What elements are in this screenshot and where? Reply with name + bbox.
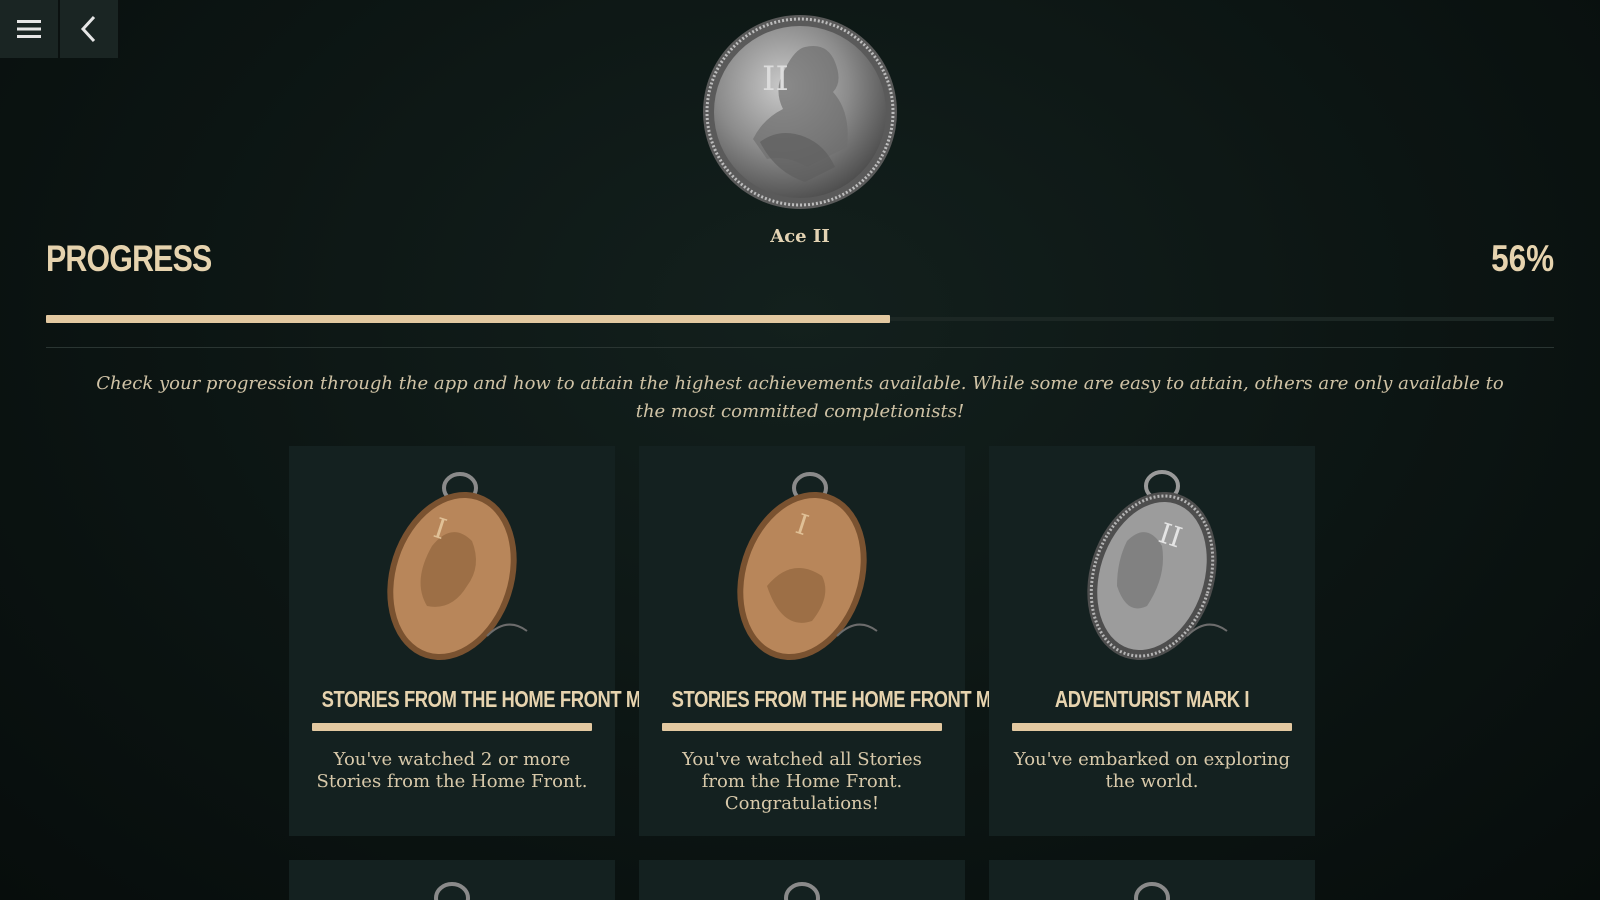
achievement-card[interactable]	[639, 860, 965, 900]
achievement-card[interactable]: I STORIES FROM THE HOME FRONT MARK II Yo…	[639, 446, 1044, 836]
progress-bar	[46, 315, 1554, 323]
medal-icon	[1134, 882, 1170, 900]
achievement-description: You've watched all Stories from the Home…	[682, 749, 922, 814]
achievement-card[interactable]: I STORIES FROM THE HOME FRONT MARK I You…	[289, 446, 690, 836]
achievement-progress-bar	[662, 723, 942, 731]
achievement-card[interactable]	[289, 860, 615, 900]
ace-medal-icon: II	[703, 15, 897, 209]
menu-button[interactable]	[0, 0, 60, 58]
achievement-description: You've watched 2 or more Stories from th…	[316, 749, 588, 792]
medal-icon	[784, 882, 820, 900]
achievement-grid: I STORIES FROM THE HOME FRONT MARK I You…	[289, 446, 1315, 900]
achievement-card[interactable]: II ADVENTURIST MARK I You've embarked on…	[989, 446, 1315, 836]
progress-bar-fill	[46, 315, 891, 323]
achievement-progress-bar	[1012, 723, 1292, 731]
progress-percent: 56%	[1491, 238, 1554, 279]
achievement-card[interactable]	[989, 860, 1315, 900]
achievement-title: STORIES FROM THE HOME FRONT MARK I	[321, 686, 690, 712]
chevron-left-icon	[80, 15, 96, 43]
current-rank: II Ace II	[700, 12, 900, 247]
achievement-title: ADVENTURIST MARK I	[1054, 686, 1250, 712]
hero-numeral: II	[762, 59, 789, 99]
achievements-page: II Ace II PROGRESS 56% Check your progre…	[0, 0, 1600, 900]
progress-title: PROGRESS	[46, 238, 212, 279]
bronze-medal-icon: I	[387, 472, 528, 661]
back-button[interactable]	[60, 0, 120, 58]
bronze-medal-icon: I	[737, 472, 878, 661]
achievement-title: STORIES FROM THE HOME FRONT MARK II	[671, 686, 1044, 712]
intro-text: Check your progression through the app a…	[96, 373, 1504, 422]
divider	[46, 347, 1554, 348]
silver-medal-icon: II	[1087, 470, 1228, 661]
top-toolbar	[0, 0, 120, 58]
achievement-description: You've embarked on exploring the world.	[1013, 749, 1291, 792]
current-rank-name: Ace II	[770, 226, 830, 247]
achievement-progress-bar	[312, 723, 592, 731]
hamburger-menu-icon	[17, 20, 41, 38]
medal-icon	[434, 882, 470, 900]
